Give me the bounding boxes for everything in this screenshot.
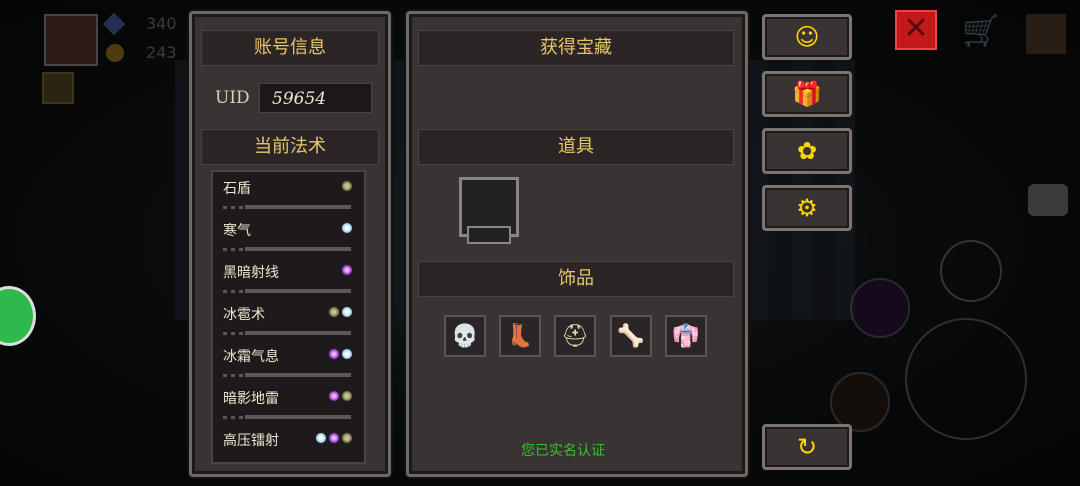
spell-elements [341,180,353,192]
headset-icon: ☺ [794,23,820,51]
items-header: 道具 [418,129,734,165]
skull-necklace-icon[interactable]: 💀 [444,315,486,357]
ice-element-icon [315,432,327,444]
spell-name: 高压镭射 [223,433,279,449]
earth-element-icon [328,306,340,318]
uid-value: 59654 [259,83,372,113]
hooded-cloak-icon[interactable]: 👘 [665,315,707,357]
dark-element-icon [328,432,340,444]
skill-earth-icon[interactable] [830,372,890,432]
refresh-icon: ↻ [796,433,818,461]
skill-snowflake-icon[interactable] [940,240,1002,302]
list-item[interactable]: 暗影地雷 [223,384,353,426]
treasure-header: 获得宝藏 [418,30,734,66]
spell-list[interactable]: 石盾 寒气 黑暗射线 冰雹术 冰霜气息 暗影地雷 高压镭射 [211,170,366,464]
bee-icon: ✿ [796,137,818,165]
dark-element-icon [341,264,353,276]
spell-elements [341,264,353,276]
list-item[interactable]: 高压镭射 [223,426,353,468]
skill-dark-icon[interactable] [850,278,910,338]
list-item[interactable]: 冰霜气息 [223,342,353,384]
spell-name: 冰雹术 [223,307,265,323]
spiked-helmet-icon[interactable]: ⛑ [554,315,596,357]
character-avatar[interactable] [1026,14,1066,54]
spell-elements [328,348,353,360]
refresh-button[interactable]: ↻ [762,424,852,470]
shop-cart-icon[interactable]: 🛒 [962,14,1002,50]
verification-status: 您已实名认证 [521,443,605,459]
list-item[interactable]: 黑暗射线 [223,258,353,300]
divider [245,289,351,293]
spell-elements [328,390,353,402]
coin-count: 243 [146,43,177,62]
spell-name: 石盾 [223,181,251,197]
divider [245,331,351,335]
ice-element-icon [341,306,353,318]
bone-charm-icon[interactable]: 🦴 [610,315,652,357]
spell-elements [328,306,353,318]
bee-button[interactable]: ✿ [762,128,852,174]
uid-label: UID [215,88,250,108]
joystick[interactable] [905,318,1027,440]
divider [245,415,351,419]
player-portrait[interactable] [44,14,98,66]
list-item[interactable]: 冰雹术 [223,300,353,342]
list-item[interactable]: 寒气 [223,216,353,258]
spell-elements [315,432,353,444]
divider [245,373,351,377]
spell-name: 黑暗射线 [223,265,279,281]
earth-element-icon [341,180,353,192]
boot-icon[interactable]: 👢 [499,315,541,357]
gem-count: 340 [146,14,177,33]
gift-icon: 🎁 [792,80,822,108]
divider [245,205,351,209]
settings-button[interactable]: ⚙ [762,185,852,231]
treasure-panel [406,11,748,477]
close-icon[interactable]: ✕ [895,10,937,50]
list-item[interactable]: 石盾 [223,174,353,216]
coin-icon [106,44,124,62]
spell-elements [341,222,353,234]
gear-icon: ⚙ [796,194,818,222]
divider [245,247,351,251]
support-button[interactable]: ☺ [762,14,852,60]
earth-element-icon [341,432,353,444]
gift-button[interactable]: 🎁 [762,71,852,117]
buff-icon [42,72,74,104]
spell-name: 冰霜气息 [223,349,279,365]
ice-element-icon [341,222,353,234]
earth-element-icon [341,390,353,402]
account-header: 账号信息 [201,30,379,66]
dark-element-icon [328,390,340,402]
spell-name: 寒气 [223,223,251,239]
item-slot-base [467,226,511,244]
spell-name: 暗影地雷 [223,391,279,407]
spells-header: 当前法术 [201,129,379,165]
dark-element-icon [328,348,340,360]
ice-element-icon [341,348,353,360]
accessories-header: 饰品 [418,261,734,297]
chat-icon[interactable] [1028,184,1068,216]
